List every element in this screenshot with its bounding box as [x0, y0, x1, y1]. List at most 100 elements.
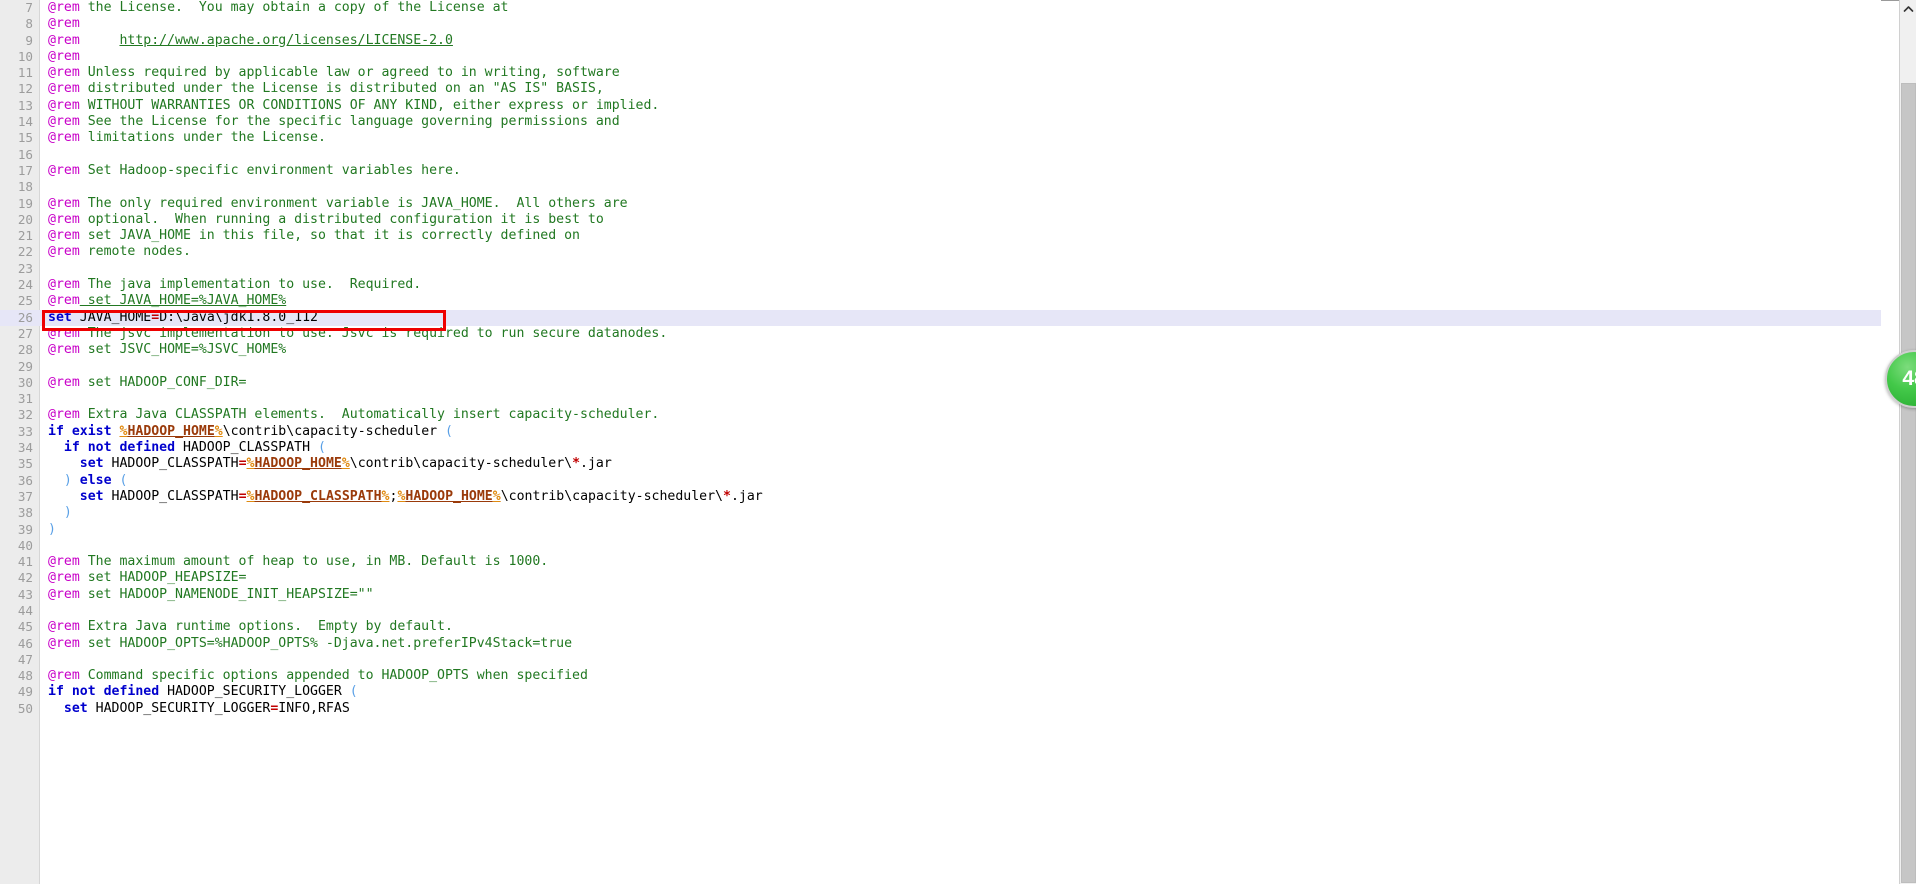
code-line[interactable]: 35 set HADOOP_CLASSPATH=%HADOOP_HOME%\co… — [0, 456, 1881, 472]
code-token: @rem — [48, 162, 80, 178]
scrollbar-thumb[interactable] — [1901, 83, 1916, 883]
code-token: HADOOP_HOME — [405, 488, 493, 504]
code-token: set HADOOP_OPTS=%HADOOP_OPTS% -Djava.net… — [79, 635, 573, 651]
code-token: HADOOP_SECURITY_LOGGER — [87, 700, 271, 716]
code-line-text: @rem See the License for the specific la… — [40, 114, 620, 130]
code-token: @rem — [48, 16, 80, 32]
code-token: The jsvc implementation to use. Jsvc is … — [79, 325, 668, 341]
code-line-text: @rem set HADOOP_CONF_DIR= — [40, 375, 247, 391]
code-line[interactable]: 33 if exist %HADOOP_HOME%\contrib\capacit… — [0, 424, 1881, 440]
code-line-text: @rem set HADOOP_OPTS=%HADOOP_OPTS% -Djav… — [40, 636, 572, 652]
code-token: @rem — [48, 374, 80, 390]
line-number: 12 — [17, 81, 33, 97]
code-line-text: @rem Command specific options appended t… — [40, 668, 588, 684]
line-number: 18 — [17, 179, 33, 195]
code-line[interactable]: 13 @rem WITHOUT WARRANTIES OR CONDITIONS … — [0, 98, 1881, 114]
code-line[interactable]: 23 — [0, 261, 1881, 277]
code-token: @rem — [48, 130, 80, 146]
code-line[interactable]: 24 @rem The java implementation to use. R… — [0, 277, 1881, 293]
code-token: ) — [63, 505, 72, 521]
code-line[interactable]: 42 @rem set HADOOP_HEAPSIZE= — [0, 570, 1881, 586]
code-token: The only required environment variable i… — [79, 195, 628, 211]
line-number: 24 — [17, 277, 33, 293]
code-line[interactable]: 36 ) else ( — [0, 473, 1881, 489]
code-line[interactable]: 25 @rem set JAVA_HOME=%JAVA_HOME% — [0, 293, 1881, 309]
vertical-scrollbar[interactable] — [1899, 0, 1916, 884]
code-token: @rem — [48, 619, 80, 635]
code-line[interactable]: 17 @rem Set Hadoop-specific environment v… — [0, 163, 1881, 179]
line-number: 15 — [17, 130, 33, 146]
code-line[interactable]: 43 @rem set HADOOP_NAMENODE_INIT_HEAPSIZE… — [0, 587, 1881, 603]
code-line[interactable]: 10 @rem — [0, 49, 1881, 65]
code-line[interactable]: 28 @rem set JSVC_HOME=%JSVC_HOME% — [0, 342, 1881, 358]
code-line-text: @rem Extra Java CLASSPATH elements. Auto… — [40, 407, 659, 423]
code-line[interactable]: 46 @rem set HADOOP_OPTS=%HADOOP_OPTS% -Dj… — [0, 636, 1881, 652]
code-token: HADOOP_HOME — [254, 456, 342, 472]
code-line[interactable]: 30 @rem set HADOOP_CONF_DIR= — [0, 375, 1881, 391]
code-line[interactable]: 29 — [0, 359, 1881, 375]
code-line[interactable]: 34 if not defined HADOOP_CLASSPATH ( — [0, 440, 1881, 456]
code-line[interactable]: 31 — [0, 391, 1881, 407]
scroll-up-arrow-icon[interactable] — [1900, 0, 1916, 17]
code-token: @rem — [48, 342, 80, 358]
code-line[interactable]: 32 @rem Extra Java CLASSPATH elements. Au… — [0, 407, 1881, 423]
code-line[interactable]: 38 ) — [0, 505, 1881, 521]
line-number: 44 — [17, 602, 33, 618]
code-token: = — [151, 309, 160, 325]
code-token: INFO,RFAS — [278, 700, 350, 716]
code-line[interactable]: 44 — [0, 603, 1881, 619]
code-line[interactable]: 37 set HADOOP_CLASSPATH=%HADOOP_CLASSPAT… — [0, 489, 1881, 505]
code-line-text: if not defined HADOOP_SECURITY_LOGGER ( — [40, 684, 358, 700]
code-line[interactable]: 16 — [0, 147, 1881, 163]
code-token: @rem — [48, 586, 80, 602]
code-line-text: @rem — [40, 49, 80, 65]
code-line[interactable]: 39) — [0, 522, 1881, 538]
line-number: 39 — [17, 521, 33, 537]
code-line[interactable]: 11 @rem Unless required by applicable law… — [0, 65, 1881, 81]
code-token: if not defined — [63, 440, 176, 456]
code-line[interactable]: 7 @rem the License. You may obtain a copy… — [0, 0, 1881, 16]
line-number: 43 — [17, 586, 33, 602]
code-line[interactable]: 8 @rem — [0, 16, 1881, 32]
code-line[interactable]: 48 @rem Command specific options appended… — [0, 668, 1881, 684]
code-line[interactable]: 22 @rem remote nodes. — [0, 244, 1881, 260]
code-line[interactable]: 12 @rem distributed under the License is … — [0, 81, 1881, 97]
code-line[interactable]: 19 @rem The only required environment var… — [0, 196, 1881, 212]
line-number: 32 — [17, 407, 33, 423]
code-text-area[interactable]: 7 @rem the License. You may obtain a copy… — [0, 0, 1881, 884]
code-line-text: set HADOOP_CLASSPATH=%HADOOP_CLASSPATH%;… — [40, 489, 763, 505]
code-line-text: @rem — [40, 16, 80, 32]
code-line[interactable]: 50 set HADOOP_SECURITY_LOGGER=INFO,RFAS — [0, 701, 1881, 717]
line-number: 29 — [17, 358, 33, 374]
code-line[interactable]: 41 @rem The maximum amount of heap to use… — [0, 554, 1881, 570]
code-token: limitations under the License. — [79, 130, 326, 146]
code-token: HADOOP_SECURITY_LOGGER — [159, 684, 350, 700]
code-line[interactable]: 45 @rem Extra Java runtime options. Empty… — [0, 619, 1881, 635]
code-line[interactable]: 9 @rem http://www.apache.org/licenses/LIC… — [0, 33, 1881, 49]
code-token: @rem — [48, 293, 80, 309]
code-token: \contrib\capacity-scheduler\ — [349, 456, 573, 472]
green-count-badge[interactable]: 48 — [1885, 350, 1916, 408]
code-line[interactable]: 49 if not defined HADOOP_SECURITY_LOGGER … — [0, 684, 1881, 700]
code-token: @rem — [48, 32, 80, 48]
code-line[interactable]: 21 @rem set JAVA_HOME in this file, so th… — [0, 228, 1881, 244]
line-number: 46 — [17, 635, 33, 651]
code-token: @rem — [48, 97, 80, 113]
code-line-text: @rem The jsvc implementation to use. Jsv… — [40, 326, 667, 342]
code-token: D:\Java\jdk1.8.0_112 — [159, 309, 318, 325]
code-line[interactable]: 26 set JAVA_HOME=D:\Java\jdk1.8.0_112 — [0, 309, 1881, 326]
code-line[interactable]: 47 — [0, 652, 1881, 668]
code-line[interactable]: 18 — [0, 179, 1881, 195]
code-line[interactable]: 27 @rem The jsvc implementation to use. J… — [0, 326, 1881, 342]
code-token: See the License for the specific languag… — [79, 114, 620, 130]
code-token: @rem — [48, 570, 80, 586]
code-line[interactable]: 15 @rem limitations under the License. — [0, 130, 1881, 146]
code-line[interactable]: 20 @rem optional. When running a distribu… — [0, 212, 1881, 228]
code-line[interactable]: 40 — [0, 538, 1881, 554]
code-line[interactable]: 14 @rem See the License for the specific … — [0, 114, 1881, 130]
